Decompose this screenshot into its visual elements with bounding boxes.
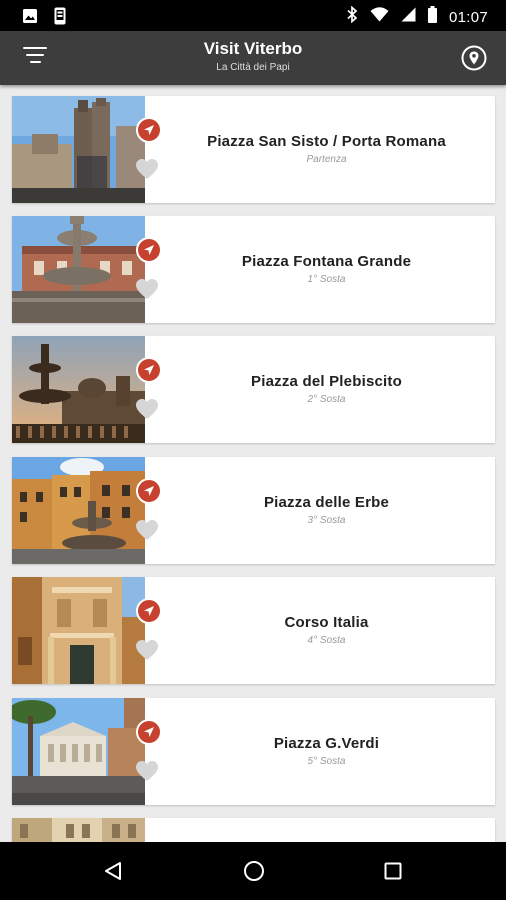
image-icon <box>22 8 38 29</box>
stop-title: Piazza del Plebiscito <box>251 373 402 390</box>
stops-list[interactable]: Piazza San Sisto / Porta Romana Partenza <box>0 85 506 842</box>
battery-icon <box>427 6 437 28</box>
stop-photo <box>12 96 145 203</box>
stop-subtitle: Partenza <box>306 154 347 165</box>
bluetooth-icon <box>347 5 358 28</box>
stop-card[interactable]: Piazza delle Erbe 3° Sosta <box>12 457 495 564</box>
heart-icon[interactable] <box>135 519 159 541</box>
stop-photo <box>12 818 145 842</box>
stop-card[interactable]: Piazza Fontana Grande 1° Sosta <box>12 216 495 323</box>
stop-card[interactable]: Piazza San Sisto / Porta Romana Partenza <box>12 96 495 203</box>
heart-icon[interactable] <box>135 760 159 782</box>
stop-photo <box>12 577 145 684</box>
stop-subtitle: 4° Sosta <box>307 635 346 646</box>
stop-title: Corso Italia <box>284 614 369 631</box>
system-nav-bar <box>0 842 506 900</box>
clock: 01:07 <box>448 8 488 26</box>
stop-card[interactable]: Piazza G.Verdi 5° Sosta <box>12 698 495 805</box>
signal-icon <box>401 7 416 27</box>
heart-icon[interactable] <box>135 398 159 420</box>
stop-card[interactable]: Piazza del Plebiscito 2° Sosta <box>12 336 495 443</box>
stop-card[interactable]: Corso Italia 4° Sosta <box>12 577 495 684</box>
phone-notification-icon <box>54 7 66 30</box>
stop-title: Piazza G.Verdi <box>273 735 380 752</box>
stop-subtitle: 2° Sosta <box>307 394 346 405</box>
home-circle-icon[interactable] <box>243 860 265 887</box>
map-pin-icon[interactable] <box>460 44 488 72</box>
recents-square-icon[interactable] <box>384 862 402 885</box>
stop-subtitle: 3° Sosta <box>307 515 346 526</box>
stop-title: Piazza San Sisto / Porta Romana <box>207 133 446 150</box>
heart-icon[interactable] <box>135 158 159 180</box>
back-triangle-icon[interactable] <box>104 861 122 886</box>
stop-subtitle: 1° Sosta <box>307 274 346 285</box>
app-subtitle: La Città dei Papi <box>216 62 290 73</box>
app-title: Visit Viterbo <box>203 39 303 58</box>
heart-icon[interactable] <box>135 639 159 661</box>
stop-photo <box>12 457 145 564</box>
stop-title: Piazza Fontana Grande <box>241 253 412 270</box>
stop-photo <box>12 216 145 323</box>
stop-subtitle: 5° Sosta <box>307 756 346 767</box>
status-bar: 01:07 <box>0 0 506 31</box>
stop-card[interactable] <box>12 818 495 842</box>
heart-icon[interactable] <box>135 278 159 300</box>
stop-title: Piazza delle Erbe <box>263 494 390 511</box>
stop-photo <box>12 698 145 805</box>
wifi-icon <box>370 7 389 27</box>
stop-photo <box>12 336 145 443</box>
app-bar: Visit Viterbo La Città dei Papi <box>0 31 506 85</box>
